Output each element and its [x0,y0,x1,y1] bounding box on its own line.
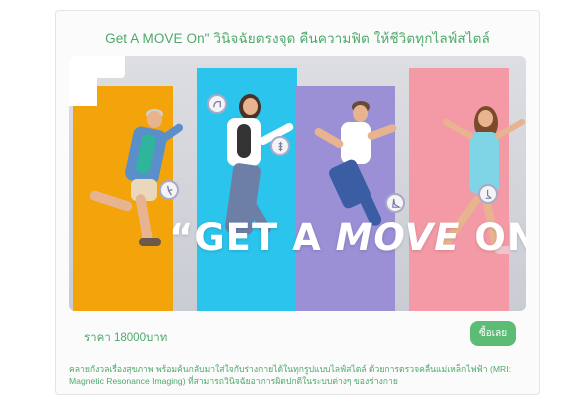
banner-slogan: “GET A MOVE ON” [169,216,526,259]
promo-banner: “GET A MOVE ON” [69,56,526,311]
knee-icon [159,180,179,200]
banner-corner-2 [69,78,97,106]
package-title: Get A MOVE On" วินิจฉัยตรงจุด คืนความฟิต… [105,31,490,46]
buy-now-button[interactable]: ซื้อเลย [470,321,516,346]
price-label: ราคา 18000บาท [84,332,168,344]
package-description: คลายกังวลเรื่องสุขภาพ พร้อมค้นกลับมาใส่ใ… [69,364,511,386]
foot-icon [385,193,405,213]
banner-corner [69,56,125,78]
package-card: Get A MOVE On" วินิจฉัยตรงจุด คืนความฟิต… [55,10,540,395]
spine-icon [270,136,290,156]
ankle-icon [478,184,498,204]
shoulder-icon [207,94,227,114]
